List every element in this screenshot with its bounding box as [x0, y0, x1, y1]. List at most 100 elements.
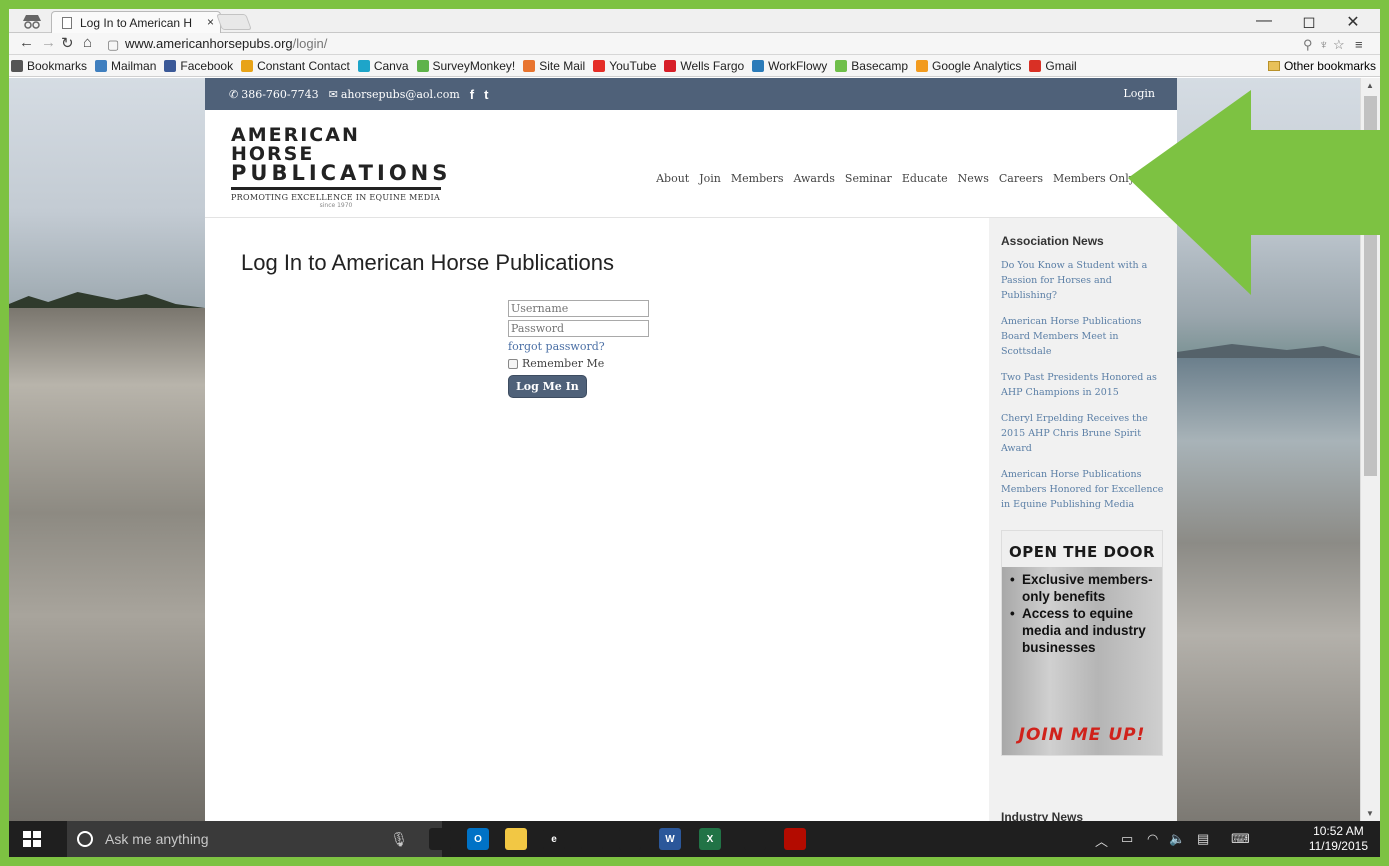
password-input[interactable] [508, 320, 649, 337]
system-clock[interactable]: 10:52 AM 11/19/2015 [1309, 824, 1368, 854]
chrome-icon[interactable] [619, 828, 641, 850]
close-window-button[interactable]: ✕ [1343, 12, 1363, 32]
nav-item-seminar[interactable]: Seminar [845, 172, 892, 185]
news-link[interactable]: Two Past Presidents Honored as AHP Champ… [1001, 370, 1165, 400]
task-view-icon[interactable] [429, 828, 451, 850]
remember-me-label: Remember Me [522, 357, 605, 370]
forgot-password-link[interactable]: forgot password? [508, 340, 649, 353]
bookmark-item[interactable]: Google Analytics [916, 59, 1021, 73]
microphone-icon[interactable]: 🎙 [390, 831, 408, 848]
bookmark-label: Canva [373, 58, 409, 73]
background-beach-left [9, 308, 205, 821]
bookmark-item[interactable]: Bookmarks [11, 59, 87, 73]
logo-rule [231, 187, 441, 190]
file-explorer-icon[interactable] [505, 828, 527, 850]
nav-item-about[interactable]: About [656, 172, 689, 185]
bookmark-star-icon[interactable]: ☆ [1333, 37, 1345, 53]
volume-icon[interactable]: 🔈 [1169, 831, 1185, 847]
tab-close-button[interactable]: × [207, 15, 214, 29]
phone-icon: ✆ [229, 87, 239, 101]
nav-item-news[interactable]: News [958, 172, 989, 185]
gmail-icon [1029, 59, 1042, 72]
nav-item-members-only[interactable]: Members Only [1053, 172, 1135, 185]
edge-icon[interactable]: e [543, 828, 565, 850]
twitter-icon[interactable]: t [484, 87, 488, 102]
scroll-down-icon[interactable]: ▼ [1366, 809, 1374, 818]
zoom-icon[interactable]: ⚲ [1303, 37, 1313, 53]
bookmark-item[interactable]: Gmail [1029, 59, 1077, 73]
phone-contact[interactable]: ✆ 386-760-7743 [229, 88, 319, 101]
log-me-in-button[interactable]: Log Me In [508, 375, 587, 398]
home-icon[interactable]: ⌂ [83, 34, 92, 51]
bookmark-item[interactable]: Wells Fargo [664, 59, 744, 73]
google-analytics-icon [916, 59, 928, 72]
url-field[interactable]: www.americanhorsepubs.org/login/ [125, 36, 327, 51]
bookmark-item[interactable]: WorkFlowy [752, 59, 827, 73]
bookmark-item[interactable]: Site Mail [523, 59, 585, 73]
cortana-search[interactable]: Ask me anything 🎙 [67, 821, 442, 857]
bookmark-item[interactable]: Canva [357, 58, 409, 73]
cortana-icon [77, 831, 93, 847]
tab-title: Log In to American H [80, 16, 193, 30]
wells-fargo-icon [664, 59, 677, 72]
remember-me-checkbox[interactable] [508, 358, 518, 369]
other-bookmarks[interactable]: Other bookmarks [1267, 59, 1376, 73]
other-bookmarks-label: Other bookmarks [1283, 59, 1376, 73]
maximize-button[interactable]: ◻ [1299, 12, 1319, 32]
bookmark-item[interactable]: Basecamp [835, 59, 908, 73]
menu-icon[interactable]: ≡ [1355, 37, 1363, 52]
bookmark-item[interactable]: Constant Contact [241, 59, 350, 73]
nav-item-awards[interactable]: Awards [794, 172, 835, 185]
reload-icon[interactable]: ↻ [61, 34, 74, 52]
bookmark-label: Basecamp [851, 58, 908, 73]
login-form: forgot password? Remember Me Log Me In [508, 300, 649, 398]
extension-icon[interactable]: ♆ [1319, 37, 1329, 52]
bookmark-item[interactable]: Mailman [95, 59, 156, 73]
store-icon[interactable] [581, 828, 603, 850]
email-address: ahorsepubs@aol.com [340, 87, 460, 101]
back-icon[interactable]: ← [19, 34, 34, 51]
nav-item-members[interactable]: Members [731, 172, 784, 185]
wifi-icon[interactable]: ◠ [1147, 831, 1158, 847]
clock-time: 10:52 AM [1313, 824, 1364, 838]
clock-date: 11/19/2015 [1308, 839, 1368, 853]
bookmark-label: Google Analytics [932, 58, 1022, 73]
site-logo[interactable]: AMERICAN HORSE PUBLICATIONS PROMOTING EX… [231, 124, 452, 209]
action-center-icon[interactable]: ▤ [1197, 831, 1209, 847]
minimize-button[interactable]: — [1254, 12, 1274, 30]
bookmark-item[interactable]: SurveyMonkey! [416, 59, 515, 73]
battery-icon[interactable]: ▭ [1121, 831, 1133, 847]
logo-line-1: AMERICAN HORSE [231, 124, 360, 165]
outlook-icon[interactable]: O [467, 828, 489, 850]
tab-active[interactable]: Log In to American H × [51, 11, 221, 33]
username-input[interactable] [508, 300, 649, 317]
bookmark-item[interactable]: YouTube [593, 59, 656, 73]
news-link[interactable]: American Horse Publications Members Hono… [1001, 467, 1165, 512]
bookmark-item[interactable]: Facebook [164, 59, 233, 73]
nav-item-educate[interactable]: Educate [902, 172, 948, 185]
site-header: AMERICAN HORSE PUBLICATIONS PROMOTING EX… [205, 110, 1177, 218]
logo-line-2: PUBLICATIONS [231, 161, 452, 185]
show-hidden-icons[interactable]: ︿ [1095, 831, 1108, 850]
snipping-tool-icon[interactable] [744, 828, 766, 850]
address-bar-row: ← → ↻ ⌂ ▢ www.americanhorsepubs.org/logi… [9, 33, 1380, 55]
new-tab-button[interactable] [216, 14, 252, 30]
forward-icon[interactable]: → [41, 34, 56, 51]
page-info-icon[interactable]: ▢ [107, 37, 119, 53]
excel-icon[interactable]: X [699, 828, 721, 850]
start-button[interactable] [23, 831, 41, 847]
facebook-icon[interactable]: f [470, 87, 474, 102]
nav-item-join[interactable]: Join [699, 172, 721, 185]
nav-item-careers[interactable]: Careers [999, 172, 1043, 185]
page-icon [62, 17, 72, 29]
scroll-up-icon[interactable]: ▲ [1366, 81, 1374, 90]
email-contact[interactable]: ✉ ahorsepubs@aol.com [329, 88, 460, 101]
news-link[interactable]: Cheryl Erpelding Receives the 2015 AHP C… [1001, 411, 1165, 456]
word-icon[interactable]: W [659, 828, 681, 850]
remember-me[interactable]: Remember Me [508, 357, 649, 370]
keyboard-icon[interactable]: ⌨ [1231, 831, 1250, 847]
news-link[interactable]: American Horse Publications Board Member… [1001, 314, 1165, 359]
join-ad-banner[interactable]: OPEN THE DOOR • Exclusive members-only be… [1001, 530, 1163, 756]
acrobat-icon[interactable] [784, 828, 806, 850]
bookmark-label: Constant Contact [257, 58, 350, 73]
